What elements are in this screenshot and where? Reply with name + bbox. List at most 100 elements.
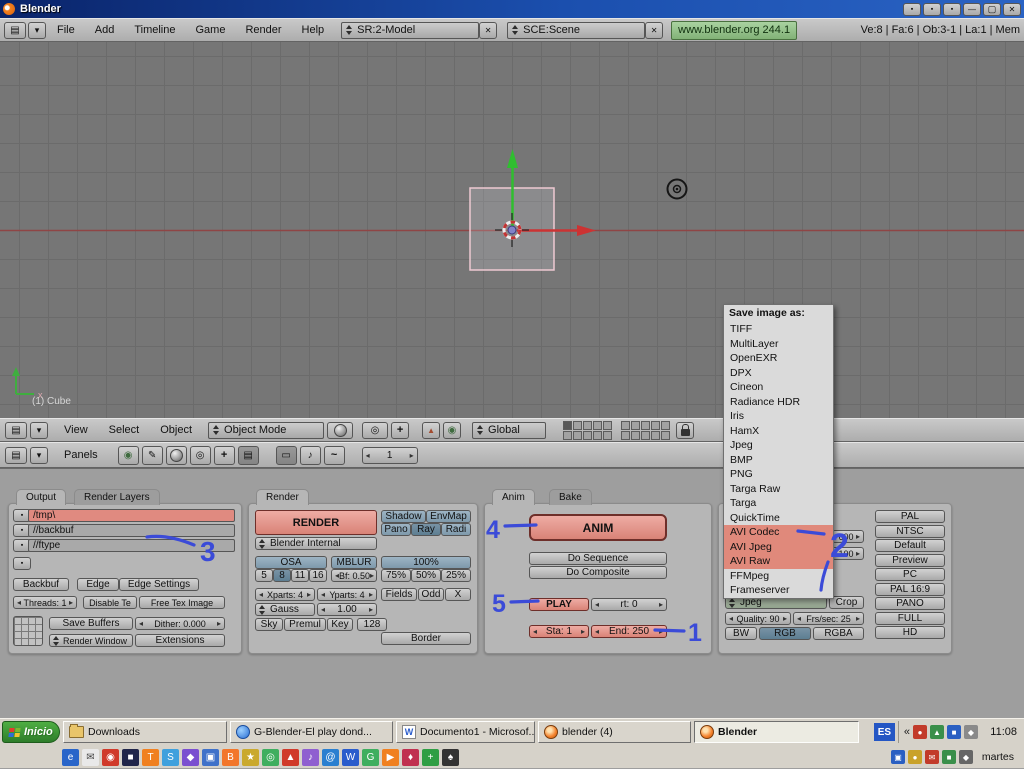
osa-toggle[interactable]: OSA — [255, 556, 327, 569]
menu-item-avi-jpeg[interactable]: AVI Jpeg — [724, 540, 833, 555]
menu-item-dpx[interactable]: DPX — [724, 366, 833, 381]
osa-5-button[interactable]: 5 — [255, 569, 273, 582]
envmap-toggle[interactable]: EnvMap — [426, 510, 471, 523]
player-icon[interactable]: ▶ — [382, 749, 399, 766]
menu-item-jpeg[interactable]: Jpeg — [724, 438, 833, 453]
menu-object[interactable]: Object — [151, 424, 201, 436]
osa-8-button[interactable]: 8 — [273, 569, 291, 582]
layer-toggle[interactable] — [661, 431, 670, 440]
maximize-button[interactable] — [983, 3, 1001, 16]
media-icon[interactable]: ◉ — [102, 749, 119, 766]
size-100-button[interactable]: 100% — [381, 556, 471, 569]
viewport-canvas[interactable]: x — [0, 42, 1024, 418]
pano-toggle[interactable]: Pano — [381, 523, 411, 536]
menu-render[interactable]: Render — [236, 24, 290, 36]
tab-bake[interactable]: Bake — [549, 489, 592, 505]
preset-preview-button[interactable]: Preview — [875, 554, 945, 567]
layer-toggle[interactable] — [641, 421, 650, 430]
close-button[interactable] — [1003, 3, 1021, 16]
menu-item-openexr[interactable]: OpenEXR — [724, 351, 833, 366]
octree-field[interactable]: 128 — [357, 618, 387, 631]
blender-icon[interactable]: B — [222, 749, 239, 766]
render-engine-dropdown[interactable]: Blender Internal — [255, 537, 377, 550]
tab-anim[interactable]: Anim — [492, 489, 535, 505]
app-icon[interactable]: ■ — [122, 749, 139, 766]
alert-icon[interactable]: ▲ — [282, 749, 299, 766]
messenger-icon[interactable]: ◆ — [182, 749, 199, 766]
language-indicator[interactable]: ES — [874, 723, 895, 741]
clock[interactable]: 11:08 — [981, 726, 1017, 738]
quality-field[interactable]: Quality: 90 — [725, 612, 791, 625]
layer-toggle[interactable] — [661, 421, 670, 430]
header-menu-arrow-icon[interactable] — [30, 422, 48, 439]
menu-panels[interactable]: Panels — [55, 449, 107, 461]
bw-toggle[interactable]: BW — [725, 627, 757, 640]
menu-item-hamx[interactable]: HamX — [724, 424, 833, 439]
menu-item-frameserver[interactable]: Frameserver — [724, 583, 833, 598]
fps-field[interactable]: Frs/sec: 25 — [793, 612, 864, 625]
window-type-icon[interactable] — [4, 22, 26, 39]
tray-message-icon[interactable]: ✉ — [925, 750, 939, 764]
render-window-dropdown[interactable]: Render Window — [49, 634, 133, 647]
radio-toggle[interactable]: Radi — [441, 523, 471, 536]
toolbar-icon[interactable] — [903, 3, 921, 16]
fields-x-toggle[interactable]: X — [445, 588, 471, 601]
layer-toggle[interactable] — [563, 431, 572, 440]
preset-hd-button[interactable]: HD — [875, 626, 945, 639]
output-path-field[interactable]: /tmp\ — [28, 509, 235, 522]
anim-button[interactable]: ANIM — [529, 514, 667, 541]
sequencer-subcontext-icon[interactable] — [324, 446, 345, 465]
layer-toggle[interactable] — [631, 431, 640, 440]
key-toggle[interactable]: Key — [327, 618, 353, 631]
rt-field[interactable]: rt: 0 — [591, 598, 667, 611]
tray-volume-icon[interactable]: ◆ — [964, 725, 978, 739]
layer-toggle[interactable] — [631, 421, 640, 430]
end-frame-field[interactable]: End: 250 — [591, 625, 667, 638]
menu-game[interactable]: Game — [186, 24, 234, 36]
red-app-icon[interactable]: ♦ — [402, 749, 419, 766]
layer-toggle[interactable] — [593, 421, 602, 430]
pivot-dropdown[interactable] — [362, 422, 388, 439]
edge-toggle[interactable]: Edge — [77, 578, 119, 591]
border-toggle[interactable]: Border — [381, 632, 471, 645]
free-tex-images-toggle[interactable]: Free Tex Image — [139, 596, 225, 609]
menu-item-quicktime[interactable]: QuickTime — [724, 511, 833, 526]
taskbar-task-downloads[interactable]: Downloads — [63, 721, 227, 743]
dither-field[interactable]: Dither: 0.000 — [135, 617, 225, 630]
tab-output[interactable]: Output — [16, 489, 66, 505]
do-sequence-toggle[interactable]: Do Sequence — [529, 552, 667, 565]
logic-context-icon[interactable] — [118, 446, 139, 465]
tray-collapse-icon[interactable]: « — [904, 726, 910, 738]
screen-selector[interactable]: SR:2-Model — [341, 22, 479, 39]
menu-timeline[interactable]: Timeline — [125, 24, 184, 36]
blender-org-link[interactable]: www.blender.org 244.1 — [671, 21, 797, 40]
menu-item-png[interactable]: PNG — [724, 467, 833, 482]
taskbar-task-browser[interactable]: G-Blender-El play dond... — [230, 721, 393, 743]
menu-view[interactable]: View — [55, 424, 97, 436]
web-icon[interactable]: @ — [322, 749, 339, 766]
yparts-field[interactable]: Yparts: 4 — [317, 588, 377, 601]
chat-icon[interactable]: S — [162, 749, 179, 766]
favorites-icon[interactable]: ★ — [242, 749, 259, 766]
add-icon[interactable]: + — [422, 749, 439, 766]
layer-toggle[interactable] — [583, 431, 592, 440]
filter-dropdown[interactable]: Gauss — [255, 603, 315, 616]
sound-subcontext-icon[interactable] — [300, 446, 321, 465]
lamp-object[interactable] — [668, 180, 687, 199]
backbuf-toggle[interactable]: Backbuf — [13, 578, 69, 591]
manipulator-toggle-icon[interactable] — [391, 422, 409, 439]
layer-toggle[interactable] — [651, 421, 660, 430]
xparts-field[interactable]: Xparts: 4 — [255, 588, 315, 601]
word-icon[interactable]: W — [342, 749, 359, 766]
mail-icon[interactable]: ✉ — [82, 749, 99, 766]
tray-display-icon[interactable]: ▣ — [891, 750, 905, 764]
menu-help[interactable]: Help — [293, 24, 334, 36]
menu-select[interactable]: Select — [100, 424, 149, 436]
tuenti-icon[interactable]: T — [142, 749, 159, 766]
layer-toggle[interactable] — [583, 421, 592, 430]
fields-toggle[interactable]: Fields — [381, 588, 417, 601]
crop-toggle[interactable]: Crop — [829, 596, 864, 609]
menu-file[interactable]: File — [48, 24, 84, 36]
render-subcontext-icon[interactable] — [276, 446, 297, 465]
ftype-path-field[interactable]: //ftype — [28, 539, 235, 552]
